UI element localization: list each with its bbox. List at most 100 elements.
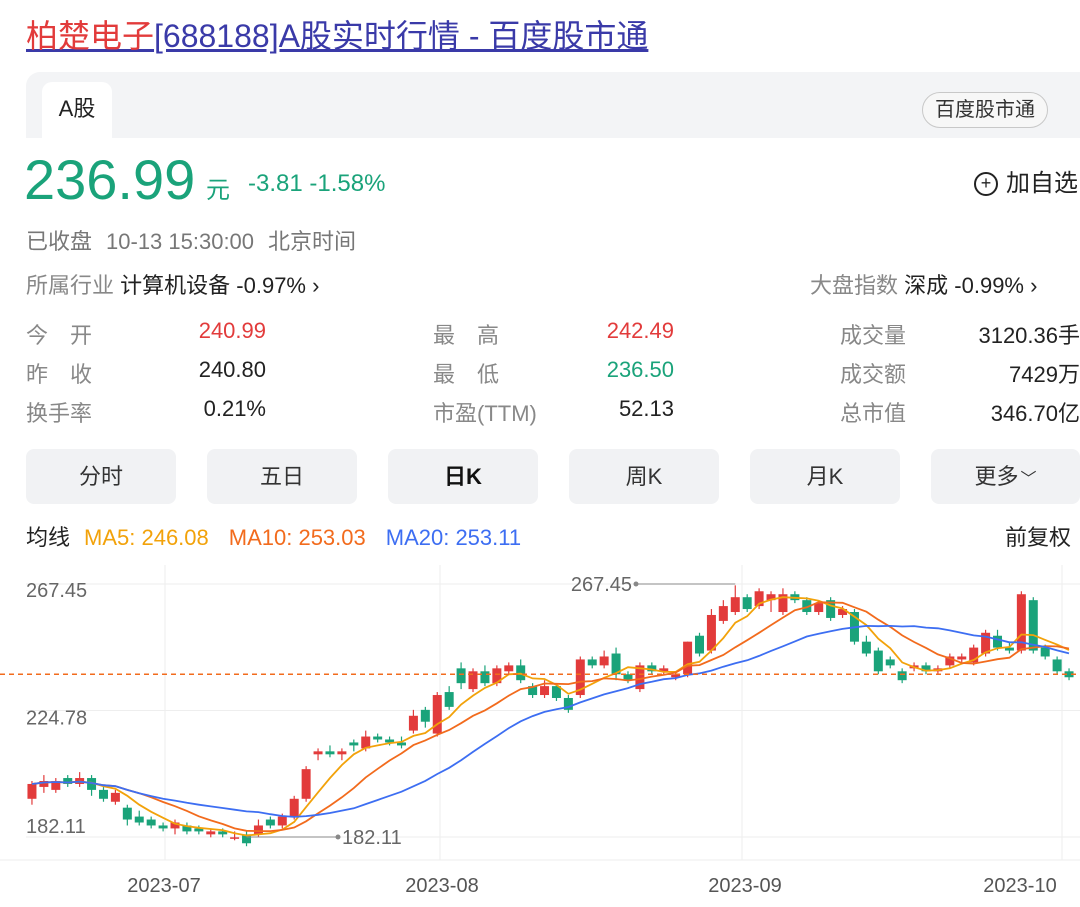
turnover-value: 0.21% xyxy=(203,396,266,421)
candle-body xyxy=(158,825,168,829)
open-label: 今 开 xyxy=(26,323,93,348)
x-tick-label: 2023-07 xyxy=(127,875,200,897)
mcap-value: 346.70亿 xyxy=(990,401,1080,426)
ma-legend: 均线 MA5: 246.08 MA10: 253.03 MA20: 253.11 xyxy=(26,520,541,552)
candle-body xyxy=(146,819,156,826)
candle-body xyxy=(110,792,120,802)
candle-body xyxy=(432,695,442,734)
index-link[interactable]: 大盘指数 深成 -0.99% › xyxy=(810,268,1037,300)
ma5-value: MA5: 246.08 xyxy=(84,525,209,550)
candle-body xyxy=(337,751,347,755)
status-text: 已收盘 xyxy=(26,229,93,254)
amount-label: 成交额 xyxy=(840,362,907,387)
candle-body xyxy=(861,641,871,654)
candle-body xyxy=(480,671,490,684)
candle-body xyxy=(289,798,299,817)
ma20-value: MA20: 253.11 xyxy=(385,525,522,550)
candle-body xyxy=(349,742,359,746)
y-tick-label: 267.45 xyxy=(26,580,87,602)
candle-body xyxy=(253,825,263,835)
price-unit: 元 xyxy=(206,177,230,204)
tab-weekly-k[interactable]: 周K xyxy=(569,449,719,504)
candle-body xyxy=(587,659,597,666)
low-marker-label: 182.11 xyxy=(342,827,402,849)
open-value: 240.99 xyxy=(198,318,266,343)
low-value: 236.50 xyxy=(606,357,674,382)
candle-body xyxy=(683,641,693,675)
candle-body xyxy=(456,668,466,684)
high-marker-label: 267.45 xyxy=(571,574,632,596)
candle-body xyxy=(885,659,895,666)
ma-label: 均线 xyxy=(26,525,71,550)
change-value: -3.81 xyxy=(248,170,303,197)
index-label: 大盘指数 xyxy=(810,273,899,298)
mcap-label: 总市值 xyxy=(840,401,907,426)
candle-body xyxy=(695,635,705,654)
y-tick-label: 182.11 xyxy=(26,816,86,838)
y-tick-label: 224.78 xyxy=(26,708,87,730)
ma20-line xyxy=(31,624,1070,818)
add-watchlist-button[interactable]: + 加自选 xyxy=(974,163,1078,198)
page-title-link[interactable]: 柏楚电子[688188]A股实时行情 - 百度股市通 xyxy=(26,14,648,58)
candle-body xyxy=(718,606,728,621)
market-tab-bar: A股 百度股市通 xyxy=(26,72,1080,138)
tab-a-share[interactable]: A股 xyxy=(42,82,112,138)
volume-label: 成交量 xyxy=(840,323,907,348)
candle-body xyxy=(98,789,108,799)
candle-body xyxy=(957,656,967,660)
tab-five-day[interactable]: 五日 xyxy=(207,449,357,504)
price-change: -3.81 -1.58% xyxy=(248,170,385,198)
plus-circle-icon: + xyxy=(974,172,998,196)
add-watchlist-label: 加自选 xyxy=(1006,170,1078,197)
baidu-stock-chip[interactable]: 百度股市通 xyxy=(922,92,1048,128)
candle-body xyxy=(134,816,144,823)
candle-body xyxy=(230,837,240,839)
candle-body xyxy=(1040,647,1050,657)
x-tick-label: 2023-08 xyxy=(405,875,478,897)
candle-body xyxy=(313,751,323,755)
adjust-toggle[interactable]: 前复权 xyxy=(1005,520,1071,552)
candle-body xyxy=(730,597,740,613)
candle-body xyxy=(301,769,311,799)
tab-intraday[interactable]: 分时 xyxy=(26,449,176,504)
industry-name: 计算机设备 xyxy=(120,273,231,298)
title-rest: [688188]A股实时行情 - 百度股市通 xyxy=(154,18,649,54)
candle-body xyxy=(599,656,609,666)
candle-body xyxy=(1052,659,1062,672)
candle-body xyxy=(420,709,430,722)
industry-link[interactable]: 所属行业 计算机设备 -0.97% › xyxy=(26,268,319,300)
kline-chart[interactable]: 267.45 224.78 182.11 2023-07 2023-08 2023-09 2… xyxy=(0,565,1080,907)
chevron-right-icon: › xyxy=(312,273,320,298)
volume-value: 3120.36手 xyxy=(978,323,1080,348)
turnover-label: 换手率 xyxy=(26,401,93,426)
industry-label: 所属行业 xyxy=(26,273,115,298)
candle-body xyxy=(373,736,383,740)
candle-body xyxy=(444,692,454,707)
candle-body xyxy=(122,807,132,820)
high-value: 242.49 xyxy=(606,318,674,343)
tab-monthly-k[interactable]: 月K xyxy=(750,449,900,504)
ma10-value: MA10: 253.03 xyxy=(228,525,366,550)
candle-body xyxy=(742,597,752,610)
industry-change: -0.97% xyxy=(236,273,306,298)
market-status: 已收盘 10-13 15:30:00 北京时间 xyxy=(26,224,370,256)
x-tick-label: 2023-10 xyxy=(983,875,1056,897)
candle-body xyxy=(206,831,216,835)
low-marker-dot xyxy=(335,834,341,840)
candle-body xyxy=(408,715,418,731)
tab-more[interactable]: 更多 ﹀ xyxy=(931,449,1080,504)
status-timezone: 北京时间 xyxy=(268,229,357,254)
low-label: 最 低 xyxy=(433,362,500,387)
candle-body xyxy=(516,665,526,681)
candle-body xyxy=(993,635,1003,648)
change-percent: -1.58% xyxy=(309,170,386,197)
tab-daily-k[interactable]: 日K xyxy=(388,449,538,504)
candle-body xyxy=(265,819,275,826)
prev-close-label: 昨 收 xyxy=(26,362,93,387)
candle-body xyxy=(540,686,550,696)
current-price: 236.99 xyxy=(24,148,196,211)
index-name: 深成 xyxy=(904,273,949,298)
high-marker-dot xyxy=(633,581,639,587)
ma10-line xyxy=(31,601,1070,833)
chevron-right-icon: › xyxy=(1030,273,1038,298)
